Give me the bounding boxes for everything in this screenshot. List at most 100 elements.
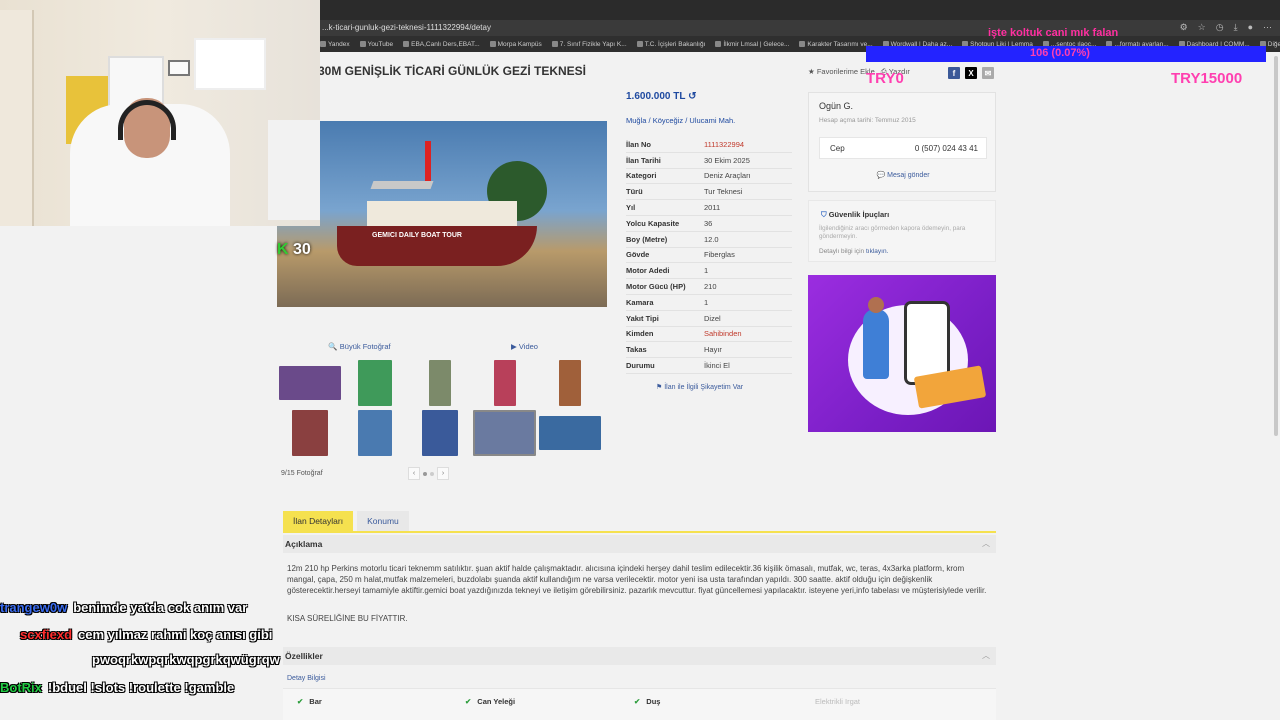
bookmark-item[interactable]: Morpa Kampüs xyxy=(489,41,542,48)
bookmark-item[interactable]: EBA,Canlı Ders,EBAT... xyxy=(403,41,480,48)
phone-number[interactable]: 0 (507) 024 43 41 xyxy=(915,144,978,153)
send-message-link[interactable]: 💬 Mesaj gönder xyxy=(809,171,997,179)
detail-value: 1111322994 xyxy=(704,139,745,149)
main-photo[interactable]: GEMICI DAILY BOAT TOUR xyxy=(277,121,607,307)
thumbnail[interactable] xyxy=(342,410,407,456)
bookmark-item[interactable]: Karakter Tasarımı ve... xyxy=(799,41,873,48)
chevron-up-icon[interactable]: ︿ xyxy=(982,535,990,553)
share-buttons: f X ✉ xyxy=(948,67,994,79)
download-icon[interactable]: ⤓ xyxy=(1234,22,1238,33)
next-page-button[interactable]: › xyxy=(437,467,449,480)
ad-banner[interactable] xyxy=(808,275,996,432)
x-icon[interactable]: X xyxy=(965,67,977,79)
detail-row: Kategori Deniz Araçları xyxy=(626,169,792,185)
detail-label: Boy (Metre) xyxy=(626,234,668,244)
detail-label: Motor Adedi xyxy=(626,266,670,276)
detail-value: 30 Ekim 2025 xyxy=(704,155,750,165)
bookmark-item[interactable]: İlkmir Lmsal | Gelece... xyxy=(715,41,789,48)
bookmark-icon xyxy=(636,41,643,47)
breadcrumb-district[interactable]: Köyceğiz xyxy=(653,116,683,125)
pager-dot[interactable] xyxy=(430,471,434,476)
feature-item: ✔ Can Yeleği xyxy=(465,697,516,706)
phone-row: Cep 0 (507) 024 43 41 xyxy=(819,137,987,159)
chat-message: pwoqrkwpqrkwqpgrkqwügrqw xyxy=(0,652,280,667)
detail-label: Motor Gücü (HP) xyxy=(626,282,686,292)
detail-row: İlan No 1111322994 xyxy=(626,137,792,153)
details-table: İlan No 1111322994 İlan Tarihi 30 Ekim 2025… xyxy=(626,137,792,374)
detail-value: 36 xyxy=(704,218,713,228)
ad-person xyxy=(863,309,889,379)
detail-value: 210 xyxy=(704,282,717,292)
tab-location[interactable]: Konumu xyxy=(357,511,409,531)
seller-since: Hesap açma tarihi: Temmuz 2015 xyxy=(819,117,916,124)
facebook-icon[interactable]: f xyxy=(948,67,960,79)
tab-listing-details[interactable]: İlan Detayları xyxy=(283,511,354,531)
description-text: 12m 210 hp Perkins motorlu ticari teknem… xyxy=(287,564,987,596)
description-cta: KISA SÜRELİĞİNE BU FİYATTIR. xyxy=(287,614,408,623)
detail-value: İkinci El xyxy=(704,361,730,371)
check-icon: ✔ xyxy=(465,697,472,706)
chat-username: scxfiexd xyxy=(20,627,73,642)
history-icon[interactable]: ◷ xyxy=(1216,22,1224,33)
detail-value: 2011 xyxy=(704,203,721,213)
favorite-link[interactable]: ★ Favorilerime Ekle xyxy=(808,67,875,77)
address-bar[interactable]: ...k-ticari-gunluk-gezi-teknesi-11113229… xyxy=(320,20,1280,36)
detail-row: Yakıt Tipi Dizel xyxy=(626,311,792,327)
bookmark-icon xyxy=(403,41,410,47)
detail-label: Kategori xyxy=(626,171,657,181)
bookmark-item[interactable]: 7. Sınıf Fizikle Yapı K... xyxy=(551,41,627,48)
safety-tips: ⛉ Güvenlik İpuçları İlgilendiğiniz aracı… xyxy=(808,200,996,262)
detail-label: Yıl xyxy=(626,203,636,213)
detail-row: İlan Tarihi 30 Ekim 2025 xyxy=(626,153,792,169)
profile-icon[interactable]: ● xyxy=(1248,22,1253,33)
prev-page-button[interactable]: ‹ xyxy=(408,467,420,480)
complaint-link[interactable]: ⚑ İlan ile İlgili Şikayetim Var xyxy=(656,383,743,391)
thumbnail[interactable] xyxy=(277,410,342,456)
thumbnail[interactable] xyxy=(342,360,407,406)
tips-more-link[interactable]: tıklayın. xyxy=(866,248,888,255)
breadcrumb-city[interactable]: Muğla xyxy=(626,116,646,125)
check-icon: ✔ xyxy=(634,697,641,706)
chat-message: scxfiexd cem yılmaz rahmi koç anısı gibi xyxy=(20,627,272,642)
chevron-up-icon[interactable]: ︿ xyxy=(982,647,990,665)
detail-row: Takas Hayır xyxy=(626,342,792,359)
features-header[interactable]: Özellikler ︿ xyxy=(283,647,996,665)
thumbnail[interactable] xyxy=(537,410,602,456)
description-header[interactable]: Açıklama ︿ xyxy=(283,535,996,553)
detail-label: Durumu xyxy=(626,361,655,371)
video-link[interactable]: ▶ Video xyxy=(442,342,607,351)
bookmark-icon xyxy=(715,41,722,47)
bookmark-item[interactable]: YouTube xyxy=(359,41,393,48)
detail-row: Türü Tur Teknesi xyxy=(626,184,792,201)
email-icon[interactable]: ✉ xyxy=(982,67,994,79)
extension-icon[interactable]: ⚙ xyxy=(1180,22,1188,33)
detail-info-label: Detay Bilgisi xyxy=(287,675,326,682)
price-history-icon[interactable]: ↺ xyxy=(688,91,696,102)
thumbnail-selected[interactable] xyxy=(472,410,537,456)
features-list: ✔ Bar ✔ Can Yeleği ✔ Duş Elektrikli Irgat xyxy=(283,688,996,720)
menu-icon[interactable]: ⋯ xyxy=(1263,22,1272,33)
thumbnail[interactable] xyxy=(407,410,472,456)
thumbnail[interactable] xyxy=(407,360,472,406)
thumbnail-grid xyxy=(277,360,607,456)
seller-name[interactable]: Ogün G. xyxy=(819,101,853,111)
photo-count: 9/15 Fotoğraf xyxy=(281,470,323,477)
stream-k30-overlay: K 30 xyxy=(277,241,311,258)
big-photo-link[interactable]: 🔍 Büyük Fotoğraf xyxy=(277,342,442,351)
star-icon[interactable]: ☆ xyxy=(1198,22,1206,33)
chat-text: benimde yatda cok anım var xyxy=(73,600,248,615)
bookmark-item[interactable]: T.C. İçişleri Bakanlığı xyxy=(636,41,705,48)
detail-value: Deniz Araçları xyxy=(704,171,751,181)
thumbnail[interactable] xyxy=(277,360,342,406)
detail-value: 1 xyxy=(704,297,709,307)
chat-username: trangew0w xyxy=(0,600,68,615)
stream-try-right: TRY15000 xyxy=(1171,70,1243,87)
webcam-frame xyxy=(168,60,190,76)
breadcrumb-neighborhood[interactable]: Ulucami Mah. xyxy=(689,116,735,125)
thumbnail[interactable] xyxy=(472,360,537,406)
pager-dot[interactable] xyxy=(423,471,427,476)
scrollbar[interactable] xyxy=(1274,56,1278,436)
bookmark-item[interactable]: Yandex xyxy=(320,41,350,48)
flag xyxy=(425,141,431,181)
thumbnail[interactable] xyxy=(537,360,602,406)
